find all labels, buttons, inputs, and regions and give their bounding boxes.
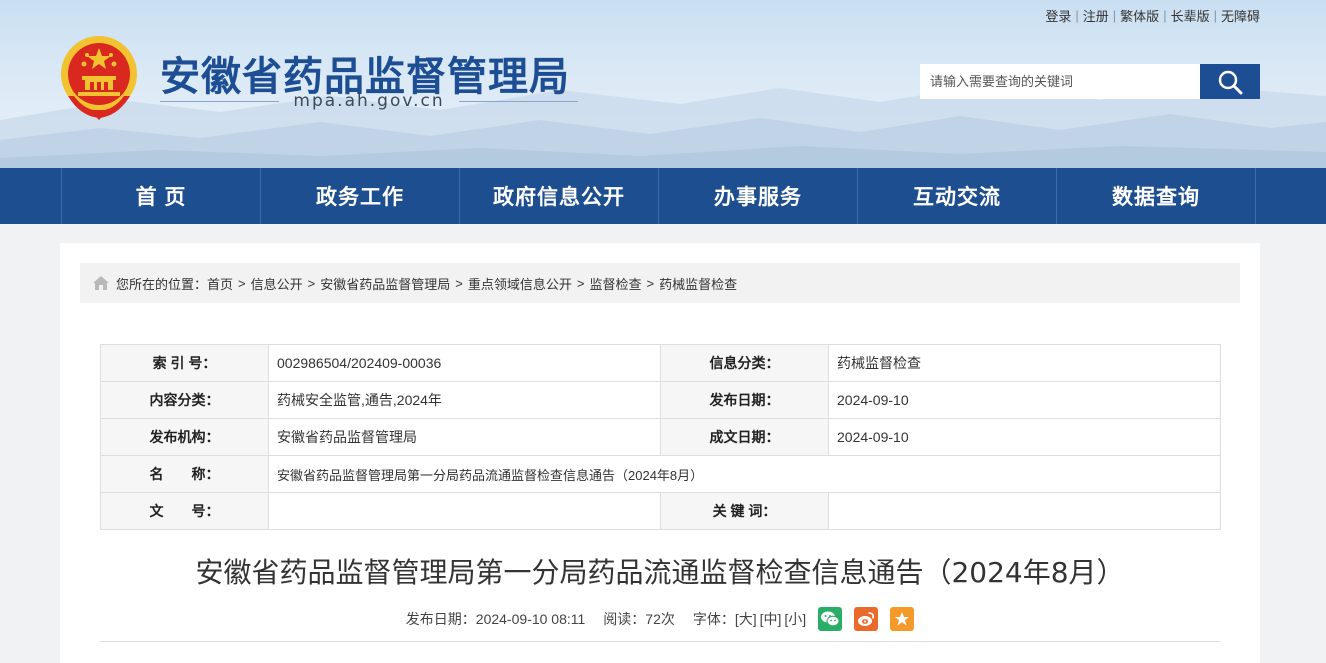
table-row: 名 称： 安徽省药品监督管理局第一分局药品流通监督检查信息通告（2024年8月） [100, 455, 1221, 493]
breadcrumb-separator: > [455, 275, 463, 291]
separator: | [1213, 8, 1217, 23]
font-size-label: 字体： [692, 611, 735, 627]
index-number-value: 002986504/202409-00036 [268, 344, 661, 382]
search-icon [1218, 70, 1243, 94]
divider-line [458, 100, 579, 102]
breadcrumb: 您所在的位置： 首页 > 信息公开 > 安徽省药品监督管理局 > 重点领域信息公… [80, 263, 1240, 303]
article-view-count: 阅读：72次 [603, 611, 675, 627]
doc-name-value: 安徽省药品监督管理局第一分局药品流通监督检查信息通告（2024年8月） [268, 455, 1221, 493]
written-date-label: 成文日期： [660, 418, 829, 456]
breadcrumb-separator: > [238, 275, 246, 291]
register-link[interactable]: 注册 [1083, 6, 1109, 25]
content-panel: 您所在的位置： 首页 > 信息公开 > 安徽省药品监督管理局 > 重点领域信息公… [60, 243, 1260, 663]
doc-name-label: 名 称： [100, 455, 269, 493]
search-input[interactable] [920, 64, 1200, 99]
share-wechat-button[interactable] [818, 607, 843, 631]
publish-date-label: 发布日期： [660, 381, 829, 419]
separator: | [1163, 8, 1167, 23]
traditional-chinese-link[interactable]: 繁体版 [1120, 6, 1159, 25]
info-category-value: 药械监督检查 [828, 344, 1221, 382]
site-domain-text: mpa.ah.gov.cn [293, 91, 445, 111]
font-size-medium-button[interactable]: [中] [760, 609, 782, 629]
written-date-value: 2024-09-10 [828, 418, 1221, 456]
issuing-org-label: 发布机构： [100, 418, 269, 456]
separator: | [1075, 8, 1079, 23]
nav-services[interactable]: 办事服务 [659, 168, 858, 224]
breadcrumb-separator: > [307, 275, 316, 291]
content-category-value: 药械安全监管,通告,2024年 [268, 381, 661, 419]
breadcrumb-item-supervision[interactable]: 监督检查 [589, 274, 641, 293]
nav-data-query[interactable]: 数据查询 [1057, 168, 1256, 224]
search-button[interactable] [1200, 64, 1260, 99]
index-number-label: 索 引 号： [100, 344, 269, 382]
nav-info-disclosure[interactable]: 政府信息公开 [460, 168, 659, 224]
nav-home[interactable]: 首 页 [62, 168, 261, 224]
issuing-org-value: 安徽省药品监督管理局 [268, 418, 661, 456]
table-row: 索 引 号： 002986504/202409-00036 信息分类： 药械监督… [100, 344, 1221, 382]
site-domain: mpa.ah.gov.cn [160, 90, 579, 112]
nav-government-affairs[interactable]: 政务工作 [261, 168, 460, 224]
login-link[interactable]: 登录 [1045, 6, 1071, 25]
elder-version-link[interactable]: 长辈版 [1171, 6, 1210, 25]
breadcrumb-separator: > [646, 275, 655, 291]
font-size-large-button[interactable]: [大] [735, 609, 757, 629]
home-icon [92, 275, 110, 291]
article-meta-bar: 发布日期：2024-09-10 08:11 阅读：72次 字体： [大] [中]… [60, 605, 1260, 633]
wechat-icon [821, 611, 840, 627]
article-publish-date: 发布日期：2024-09-10 08:11 [405, 611, 586, 627]
doc-number-value [268, 492, 661, 530]
share-weibo-button[interactable] [854, 607, 879, 631]
article-divider [100, 641, 1220, 642]
publish-date-value: 2024-09-10 [828, 381, 1221, 419]
font-size-small-button[interactable]: [小] [784, 609, 806, 629]
table-row: 发布机构： 安徽省药品监督管理局 成文日期： 2024-09-10 [100, 418, 1221, 456]
keywords-label: 关 键 词： [660, 492, 829, 530]
table-row: 文 号： 关 键 词： [100, 492, 1221, 530]
favorite-star-icon [895, 612, 910, 626]
top-links-bar: 登录 | 注册 | 繁体版 | 长辈版 | 无障碍 [1045, 6, 1260, 25]
table-row: 内容分类： 药械安全监管,通告,2024年 发布日期： 2024-09-10 [100, 381, 1221, 419]
breadcrumb-item-bureau[interactable]: 安徽省药品监督管理局 [320, 274, 450, 293]
breadcrumb-prefix: 您所在的位置： [116, 276, 208, 292]
doc-number-label: 文 号： [100, 492, 269, 530]
document-metadata-table: 索 引 号： 002986504/202409-00036 信息分类： 药械监督… [100, 344, 1221, 530]
favorite-button[interactable] [890, 607, 915, 631]
info-category-label: 信息分类： [660, 344, 829, 382]
breadcrumb-item-home[interactable]: 首页 [207, 274, 233, 293]
breadcrumb-item-info-disclosure[interactable]: 信息公开 [251, 274, 303, 293]
weibo-icon [858, 612, 875, 626]
keywords-value [828, 492, 1221, 530]
main-nav: 首 页 政务工作 政府信息公开 办事服务 互动交流 数据查询 [0, 168, 1326, 224]
site-header: 登录 | 注册 | 繁体版 | 长辈版 | 无障碍 安徽省药品监督管理局 mpa… [0, 0, 1326, 168]
breadcrumb-item-key-areas[interactable]: 重点领域信息公开 [468, 274, 572, 293]
divider-line [160, 100, 280, 102]
national-emblem-logo[interactable] [60, 34, 138, 120]
breadcrumb-separator: > [576, 275, 585, 291]
separator: | [1112, 8, 1117, 23]
breadcrumb-item-drug-device-inspection[interactable]: 药械监督检查 [659, 274, 737, 293]
nav-interaction[interactable]: 互动交流 [858, 168, 1057, 224]
content-category-label: 内容分类： [100, 381, 269, 419]
accessibility-link[interactable]: 无障碍 [1221, 6, 1260, 25]
article-title: 安徽省药品监督管理局第一分局药品流通监督检查信息通告（2024年8月） [195, 556, 1125, 589]
